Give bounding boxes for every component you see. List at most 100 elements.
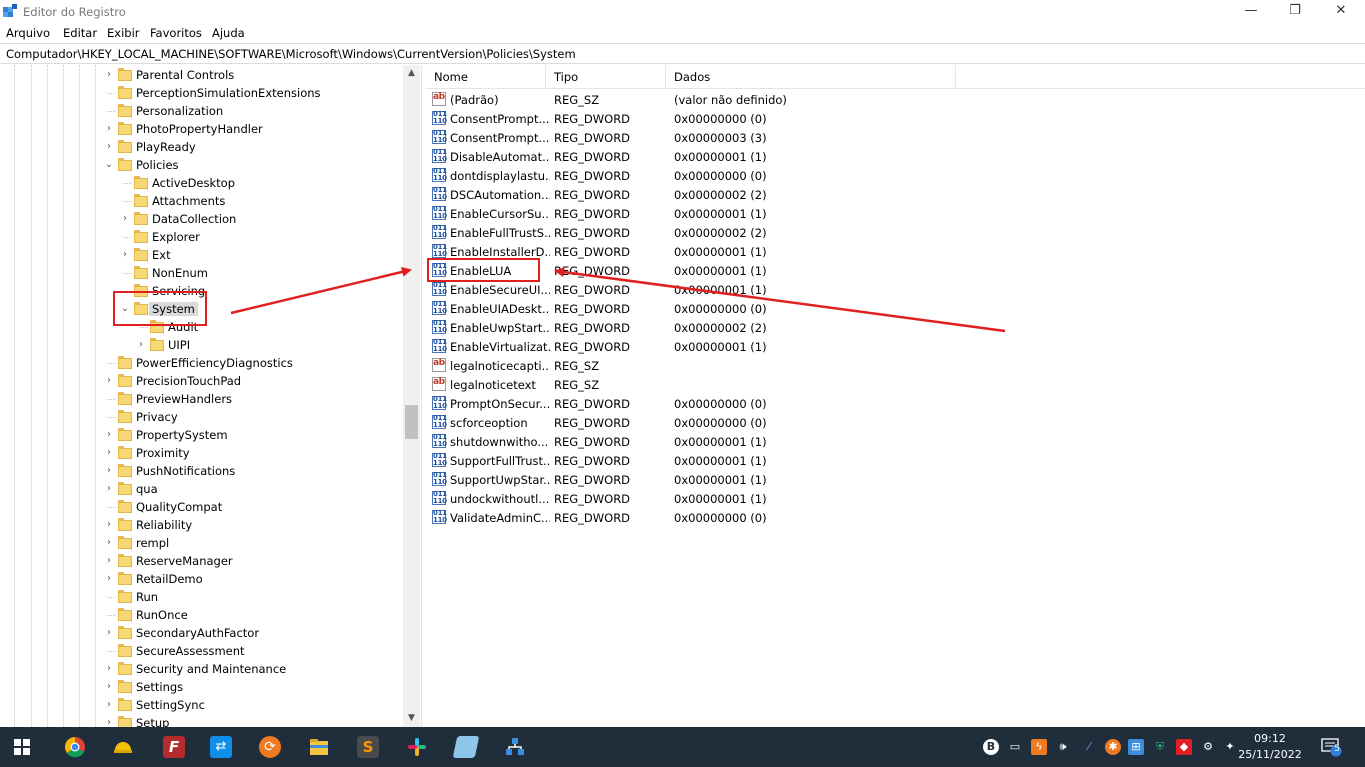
taskbar-slack[interactable] <box>399 731 435 763</box>
tree-item[interactable]: Attachments <box>120 192 400 210</box>
expand-chevron-icon[interactable]: › <box>104 572 114 586</box>
taskbar-sublime[interactable]: S <box>350 731 386 763</box>
value-row[interactable]: 011 110 EnableVirtualizat... REG_DWORD 0x00… <box>426 337 1365 356</box>
collapse-chevron-icon[interactable]: ⌄ <box>120 302 130 316</box>
taskbar-filezilla[interactable]: F <box>156 731 192 763</box>
column-dados[interactable]: Dados <box>666 65 956 89</box>
tree-item[interactable]: › Reliability <box>104 516 400 534</box>
tree-item[interactable]: › ReserveManager <box>104 552 400 570</box>
collapse-chevron-icon[interactable]: ⌄ <box>104 158 114 172</box>
value-row[interactable]: 011 110 DSCAutomation... REG_DWORD 0x000000… <box>426 185 1365 204</box>
menu-editar[interactable]: Editar <box>63 26 97 40</box>
monitor-icon[interactable]: ▭ <box>1007 739 1023 755</box>
address-path[interactable]: Computador\HKEY_LOCAL_MACHINE\SOFTWARE\M… <box>6 47 576 61</box>
tree-item[interactable]: › PropertySystem <box>104 426 400 444</box>
tree-item[interactable]: › SecondaryAuthFactor <box>104 624 400 642</box>
expand-chevron-icon[interactable]: › <box>120 212 130 226</box>
taskbar-helmet-app[interactable] <box>105 731 141 763</box>
start-button[interactable] <box>4 731 40 763</box>
speaker-icon[interactable]: 🕪 <box>1055 739 1071 755</box>
tree-item[interactable]: Personalization <box>104 102 400 120</box>
feather-icon[interactable]: ⁄ <box>1081 739 1097 755</box>
tree-item[interactable]: QualityCompat <box>104 498 400 516</box>
tree-item[interactable]: Privacy <box>104 408 400 426</box>
value-row[interactable]: 011 110 EnableUwpStart... REG_DWORD 0x00000… <box>426 318 1365 337</box>
tree-item[interactable]: › Proximity <box>104 444 400 462</box>
menu-favoritos[interactable]: Favoritos <box>150 26 202 40</box>
expand-chevron-icon[interactable]: › <box>104 680 114 694</box>
tree-item[interactable]: › UIPI <box>136 336 400 354</box>
scroll-down-arrow-icon[interactable]: ▼ <box>403 710 420 726</box>
value-row[interactable]: 011 110 SupportFullTrust... REG_DWORD 0x000… <box>426 451 1365 470</box>
menu-exibir[interactable]: Exibir <box>107 26 140 40</box>
value-row[interactable]: 011 110 EnableCursorSu... REG_DWORD 0x00000… <box>426 204 1365 223</box>
values-list[interactable]: Nome Tipo Dados ab (Padrão) REG_SZ (valor n… <box>426 65 1365 727</box>
tree-item[interactable]: PowerEfficiencyDiagnostics <box>104 354 400 372</box>
tree-item[interactable]: › PrecisionTouchPad <box>104 372 400 390</box>
value-row[interactable]: 011 110 EnableLUA REG_DWORD 0x00000001 (1) <box>426 261 1365 280</box>
column-nome[interactable]: Nome <box>426 65 546 89</box>
tree-item[interactable]: NonEnum <box>120 264 400 282</box>
tree-item[interactable]: › PushNotifications <box>104 462 400 480</box>
expand-chevron-icon[interactable]: › <box>104 464 114 478</box>
value-row[interactable]: ab legalnoticetext REG_SZ <box>426 375 1365 394</box>
taskbar-file-explorer[interactable] <box>301 731 337 763</box>
notification-center-button[interactable]: 5 <box>1320 735 1346 759</box>
tree-item[interactable]: Servicing <box>120 282 400 300</box>
value-row[interactable]: 011 110 SupportUwpStar... REG_DWORD 0x00000… <box>426 470 1365 489</box>
expand-chevron-icon[interactable]: › <box>104 374 114 388</box>
tree-item[interactable]: Audit <box>136 318 400 336</box>
tree-item[interactable]: › Settings <box>104 678 400 696</box>
value-row[interactable]: 011 110 scforceoption REG_DWORD 0x00000000 … <box>426 413 1365 432</box>
value-row[interactable]: 011 110 EnableFullTrustS... REG_DWORD 0x000… <box>426 223 1365 242</box>
expand-chevron-icon[interactable]: › <box>104 554 114 568</box>
value-row[interactable]: 011 110 dontdisplaylastu... REG_DWORD 0x000… <box>426 166 1365 185</box>
taskbar-sync-app[interactable]: ⟳ <box>252 731 288 763</box>
value-row[interactable]: 011 110 ValidateAdminC... REG_DWORD 0x00000… <box>426 508 1365 527</box>
tree-item[interactable]: › Security and Maintenance <box>104 660 400 678</box>
address-bar[interactable]: Computador\HKEY_LOCAL_MACHINE\SOFTWARE\M… <box>0 43 1365 64</box>
lightning-icon[interactable]: ϟ <box>1031 739 1047 755</box>
maximize-button[interactable]: ❐ <box>1272 0 1318 24</box>
tree-item[interactable]: Explorer <box>120 228 400 246</box>
expand-chevron-icon[interactable]: › <box>104 626 114 640</box>
tree-item[interactable]: › DataCollection <box>120 210 400 228</box>
expand-chevron-icon[interactable]: › <box>104 536 114 550</box>
expand-chevron-icon[interactable]: › <box>104 428 114 442</box>
tree-item[interactable]: › Parental Controls <box>104 66 400 84</box>
tree-item[interactable]: › rempl <box>104 534 400 552</box>
expand-chevron-icon[interactable]: › <box>104 446 114 460</box>
value-row[interactable]: 011 110 shutdownwitho... REG_DWORD 0x000000… <box>426 432 1365 451</box>
network-icon[interactable]: ⊞ <box>1128 739 1144 755</box>
expand-chevron-icon[interactable]: › <box>104 698 114 712</box>
value-row[interactable]: 011 110 undockwithoutl... REG_DWORD 0x00000… <box>426 489 1365 508</box>
tree-item[interactable]: › PlayReady <box>104 138 400 156</box>
scroll-up-arrow-icon[interactable]: ▲ <box>403 65 420 81</box>
expand-chevron-icon[interactable]: › <box>136 338 146 352</box>
settings-icon[interactable]: ⚙ <box>1200 739 1216 755</box>
tree-item[interactable]: › SettingSync <box>104 696 400 714</box>
tree-scrollbar[interactable]: ▲ ▼ <box>403 65 420 727</box>
expand-chevron-icon[interactable]: › <box>120 248 130 262</box>
expand-chevron-icon[interactable]: › <box>104 68 114 82</box>
expand-chevron-icon[interactable]: › <box>104 716 114 727</box>
scroll-thumb[interactable] <box>405 405 418 439</box>
expand-chevron-icon[interactable]: › <box>104 140 114 154</box>
taskbar-teamviewer[interactable]: ⇄ <box>203 731 239 763</box>
value-row[interactable]: ab (Padrão) REG_SZ (valor não definido) <box>426 90 1365 109</box>
value-row[interactable]: 011 110 DisableAutomat... REG_DWORD 0x00000… <box>426 147 1365 166</box>
tree-item[interactable]: › Setup <box>104 714 400 727</box>
menu-ajuda[interactable]: Ajuda <box>212 26 245 40</box>
anydesk-icon[interactable]: ◆ <box>1176 739 1192 755</box>
tree-item[interactable]: PreviewHandlers <box>104 390 400 408</box>
tree-item[interactable]: › PhotoPropertyHandler <box>104 120 400 138</box>
key-tree[interactable]: › Parental Controls PerceptionSimulationEx… <box>0 65 421 727</box>
minimize-button[interactable]: — <box>1228 0 1274 24</box>
tree-item[interactable]: › RetailDemo <box>104 570 400 588</box>
value-row[interactable]: 011 110 EnableUIADeskt... REG_DWORD 0x00000… <box>426 299 1365 318</box>
clock[interactable]: 09:12 25/11/2022 <box>1236 731 1304 763</box>
tree-item[interactable]: PerceptionSimulationExtensions <box>104 84 400 102</box>
expand-chevron-icon[interactable]: › <box>104 482 114 496</box>
value-row[interactable]: 011 110 PromptOnSecur... REG_DWORD 0x000000… <box>426 394 1365 413</box>
taskbar-notepad[interactable] <box>448 731 484 763</box>
